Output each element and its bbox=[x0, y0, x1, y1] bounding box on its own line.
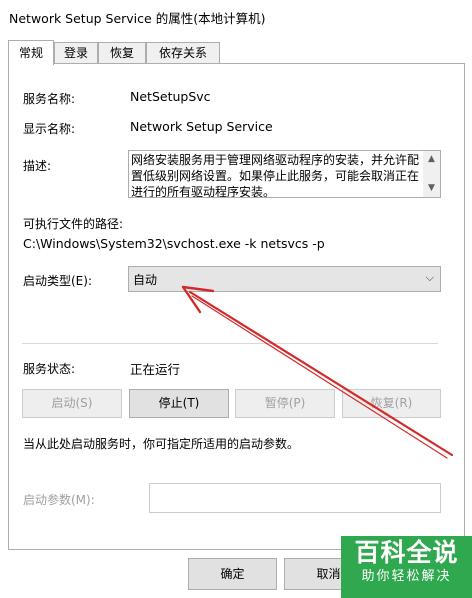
annotation-arrow bbox=[181, 285, 454, 459]
watermark-sub-text: 助你轻松解决 bbox=[361, 569, 452, 584]
watermark-main-text: 百科全说 bbox=[354, 538, 459, 567]
tab-general[interactable]: 常规 bbox=[8, 40, 54, 65]
watermark-logo: 百科全说 助你轻松解决 bbox=[341, 536, 472, 598]
red-arrow-icon bbox=[181, 285, 454, 459]
